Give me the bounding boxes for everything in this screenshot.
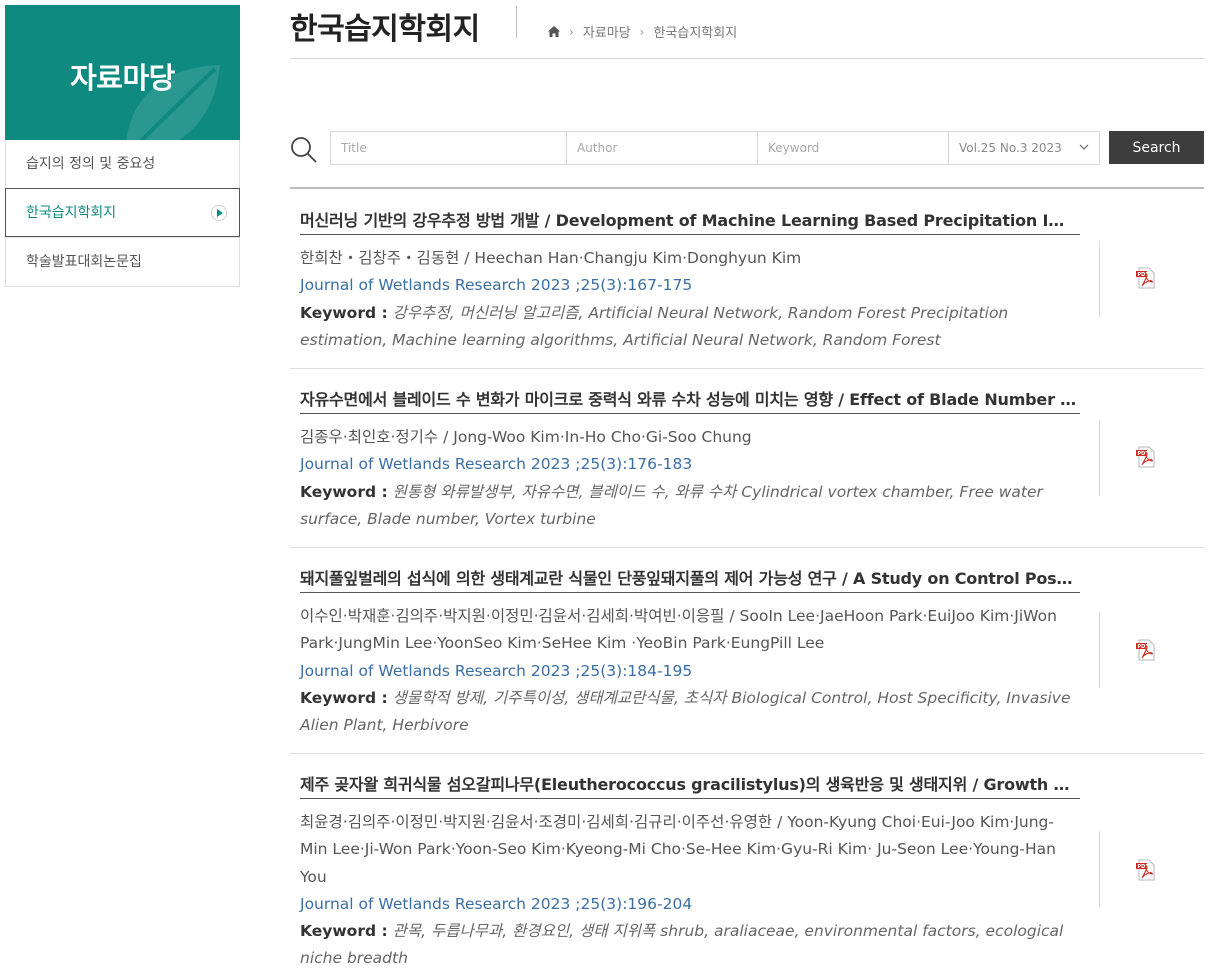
breadcrumb-item[interactable]: 자료마당: [583, 22, 631, 41]
article-journal: Journal of Wetlands Research 2023 ;25(3)…: [300, 894, 693, 913]
search-form: Vol.25 No.3 2023: [330, 131, 1100, 165]
article-title[interactable]: 자유수면에서 블레이드 수 변화가 마이크로 중력식 와류 수차 성능에 미치는…: [300, 386, 1080, 414]
sidebar-item-label: 학술발표대회논문집: [26, 254, 142, 270]
article-authors: 김종우·최인호·정기수 / Jong-Woo Kim·In-Ho Cho·Gi-…: [300, 428, 752, 446]
volume-select[interactable]: Vol.25 No.3 2023: [949, 132, 1099, 164]
article-journal: Journal of Wetlands Research 2023 ;25(3)…: [300, 661, 693, 680]
page-title: 한국습지학회지: [290, 12, 480, 47]
keyword-label: Keyword :: [300, 922, 388, 941]
article-item: 제주 곶자왈 희귀식물 섬오갈피나무(Eleutherococcus graci…: [290, 771, 1204, 978]
article-title[interactable]: 제주 곶자왈 희귀식물 섬오갈피나무(Eleutherococcus graci…: [300, 771, 1080, 799]
article-info: 최윤경·김의주·이정민·박지원·김윤서·조경미·김세희·김규리·이주선·유영한 …: [300, 809, 1080, 973]
keyword-label: Keyword :: [300, 688, 388, 707]
sidebar-item-journal[interactable]: 한국습지학회지: [5, 188, 240, 237]
sidebar-item-label: 습지의 정의 및 중요성: [26, 156, 156, 172]
breadcrumb: › 자료마당 › 한국습지학회지: [548, 22, 737, 41]
article-journal: Journal of Wetlands Research 2023 ;25(3)…: [300, 276, 693, 295]
search-button[interactable]: Search: [1109, 131, 1204, 164]
pdf-divider: [1099, 612, 1100, 688]
pdf-divider: [1099, 420, 1100, 496]
home-icon[interactable]: [548, 26, 560, 37]
article-title[interactable]: 돼지풀잎벌레의 섭식에 의한 생태계교란 식물인 단풍잎돼지풀의 제어 가능성 …: [300, 565, 1080, 593]
keyword-text: 강우추정, 머신러닝 알고리즘, Artificial Neural Netwo…: [300, 303, 1009, 349]
keyword-text: 원통형 와류발생부, 자유수면, 블레이드 수, 와류 수차 Cylindric…: [300, 482, 1043, 528]
pdf-icon[interactable]: PDF: [1136, 446, 1156, 468]
pdf-divider: [1099, 241, 1100, 317]
article-keywords: Keyword : 강우추정, 머신러닝 알고리즘, Artificial Ne…: [300, 300, 1080, 355]
article-journal: Journal of Wetlands Research 2023 ;25(3)…: [300, 455, 693, 474]
sidebar-header: 자료마당: [5, 5, 240, 140]
sidebar-menu: 습지의 정의 및 중요성 한국습지학회지 학술발표대회논문집: [5, 140, 240, 287]
pdf-icon[interactable]: PDF: [1136, 267, 1156, 289]
keyword-text: 생물학적 방제, 기주특이성, 생태계교란식물, 초식자 Biological …: [300, 688, 1071, 735]
breadcrumb-item-current[interactable]: 한국습지학회지: [653, 22, 737, 41]
keyword-label: Keyword :: [300, 303, 388, 322]
article-info: 이수인·박재훈·김의주·박지원·이정민·김윤서·김세희·박여빈·이응필 / So…: [300, 603, 1080, 739]
sidebar-item-proceedings[interactable]: 학술발표대회논문집: [6, 237, 239, 286]
pdf-divider: [1099, 831, 1100, 907]
article-item: 자유수면에서 블레이드 수 변화가 마이크로 중력식 와류 수차 성능에 미치는…: [290, 386, 1204, 548]
article-authors: 최윤경·김의주·이정민·박지원·김윤서·조경미·김세희·김규리·이주선·유영한 …: [300, 813, 1056, 886]
volume-select-value: Vol.25 No.3 2023: [959, 141, 1062, 155]
article-authors: 이수인·박재훈·김의주·박지원·이정민·김윤서·김세희·박여빈·이응필 / So…: [300, 607, 1057, 653]
chevron-right-icon: ›: [639, 24, 645, 39]
article-info: 한희찬・김창주・김동현 / Heechan Han·Changju Kim·Do…: [300, 245, 1080, 354]
article-info: 김종우·최인호·정기수 / Jong-Woo Kim·In-Ho Cho·Gi-…: [300, 424, 1080, 533]
sidebar-item-wetland-definition[interactable]: 습지의 정의 및 중요성: [6, 140, 239, 189]
article-keywords: Keyword : 관목, 두릅나무과, 환경요인, 생태 지위폭 shrub,…: [300, 918, 1080, 973]
search-icon: [291, 137, 317, 163]
pdf-icon[interactable]: PDF: [1136, 859, 1156, 881]
chevron-right-icon: ›: [569, 24, 574, 39]
article-authors: 한희찬・김창주・김동현 / Heechan Han·Changju Kim·Do…: [300, 249, 802, 267]
article-keywords: Keyword : 생물학적 방제, 기주특이성, 생태계교란식물, 초식자 B…: [300, 685, 1080, 740]
pdf-icon[interactable]: PDF: [1136, 639, 1156, 661]
author-search-input[interactable]: [567, 132, 758, 164]
play-arrow-icon: [211, 205, 227, 221]
article-title[interactable]: 머신러닝 기반의 강우추정 방법 개발 / Development of Mac…: [300, 207, 1080, 235]
sidebar-item-label: 한국습지학회지: [26, 205, 117, 221]
keyword-text: 관목, 두릅나무과, 환경요인, 생태 지위폭 shrub, araliacea…: [300, 922, 1064, 968]
keyword-search-input[interactable]: [758, 132, 949, 164]
header-divider: [290, 58, 1204, 59]
chevron-down-icon: [1079, 144, 1089, 150]
list-top-border: [290, 187, 1204, 189]
article-item: 머신러닝 기반의 강우추정 방법 개발 / Development of Mac…: [290, 207, 1204, 369]
article-item: 돼지풀잎벌레의 섭식에 의한 생태계교란 식물인 단풍잎돼지풀의 제어 가능성 …: [290, 565, 1204, 754]
keyword-label: Keyword :: [300, 482, 388, 501]
article-keywords: Keyword : 원통형 와류발생부, 자유수면, 블레이드 수, 와류 수차…: [300, 479, 1080, 534]
sidebar: 자료마당 습지의 정의 및 중요성 한국습지학회지 학술발표대회논문집: [5, 5, 240, 287]
sidebar-title: 자료마당: [70, 61, 175, 95]
title-search-input[interactable]: [331, 132, 567, 164]
title-divider: [516, 6, 517, 38]
